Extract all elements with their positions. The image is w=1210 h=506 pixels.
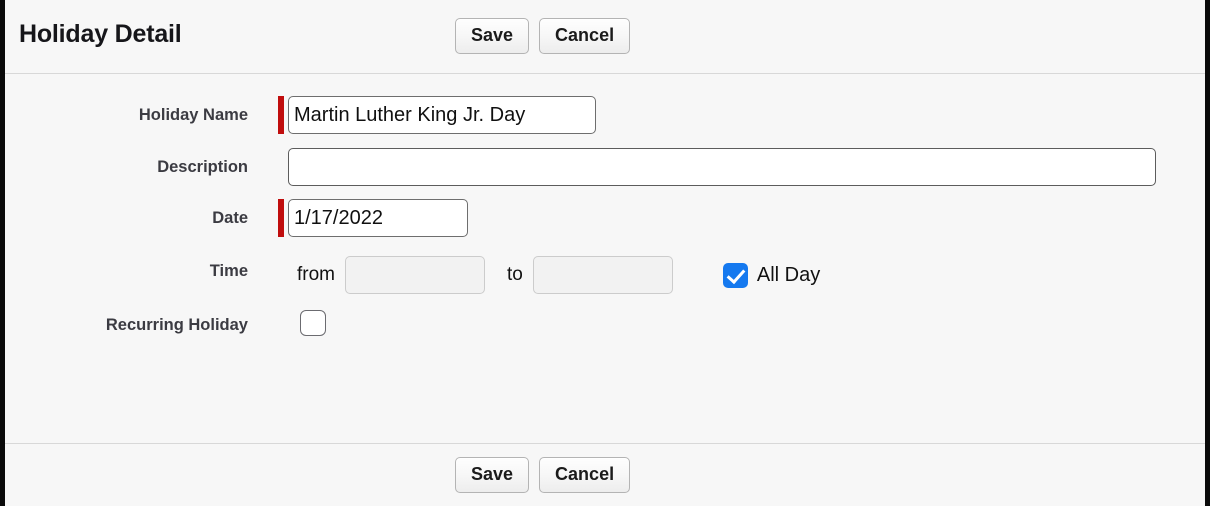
holiday-detail-window: Holiday Detail Save Cancel Holiday Name … <box>0 0 1210 506</box>
date-label: Date <box>212 209 248 227</box>
panel-header: Holiday Detail Save Cancel <box>5 0 1205 74</box>
panel-footer: Save Cancel <box>5 443 1205 506</box>
field-row-time: Time from to All Day <box>5 252 1205 298</box>
all-day-label: All Day <box>756 263 821 286</box>
holiday-name-input[interactable] <box>288 96 596 134</box>
field-row-description: Description <box>5 148 1205 194</box>
holiday-detail-panel: Holiday Detail Save Cancel Holiday Name … <box>5 0 1205 506</box>
cancel-button-bottom[interactable]: Cancel <box>539 457 631 493</box>
description-input[interactable] <box>288 148 1156 186</box>
time-from-label: from <box>297 264 335 285</box>
header-actions: Save Cancel <box>455 18 631 54</box>
form-body: Holiday Name Description Date Time from <box>5 74 1205 443</box>
field-row-recurring-holiday: Recurring Holiday <box>5 306 1205 352</box>
cancel-button-top[interactable]: Cancel <box>539 18 631 54</box>
time-to-label: to <box>507 264 523 285</box>
all-day-checkbox-checked-icon[interactable] <box>722 262 748 288</box>
footer-actions: Save Cancel <box>455 457 631 493</box>
time-label: Time <box>209 262 248 280</box>
window-right-edge <box>1205 0 1210 506</box>
description-label: Description <box>157 158 248 176</box>
date-input[interactable] <box>288 199 468 237</box>
field-row-date: Date <box>5 199 1205 245</box>
save-button-bottom[interactable]: Save <box>455 457 530 493</box>
required-marker-date <box>278 199 284 237</box>
holiday-name-label: Holiday Name <box>138 106 248 124</box>
page-title: Holiday Detail <box>19 20 182 48</box>
required-marker-holiday-name <box>278 96 284 134</box>
time-to-input[interactable] <box>532 256 673 294</box>
save-button-top[interactable]: Save <box>455 18 530 54</box>
recurring-holiday-label: Recurring Holiday <box>105 316 248 334</box>
all-day-control[interactable]: All Day <box>722 262 821 288</box>
time-controls: from to All Day <box>297 252 820 298</box>
recurring-holiday-checkbox[interactable] <box>300 310 326 336</box>
field-row-holiday-name: Holiday Name <box>5 96 1205 142</box>
time-from-input[interactable] <box>345 256 485 294</box>
